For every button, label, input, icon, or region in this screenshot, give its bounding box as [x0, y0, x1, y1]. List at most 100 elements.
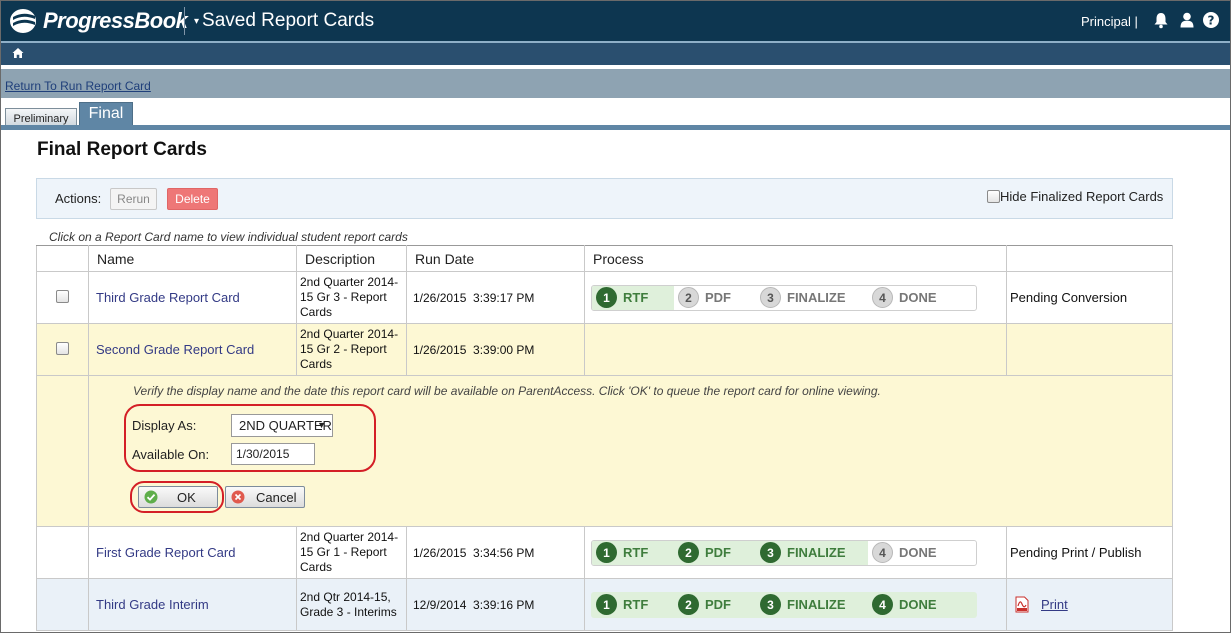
row-checkbox[interactable]: [56, 289, 69, 303]
available-on-input[interactable]: 1/30/2015: [231, 443, 315, 465]
sub-toolbar: [1, 69, 1230, 98]
report-card-description: 2nd Quarter 2014-15 Gr 3 - Report Cards: [296, 271, 407, 324]
user-role-link[interactable]: Principal |: [1081, 14, 1138, 29]
table-header-row: Name Description Run Date Process: [36, 245, 1173, 272]
status-text: [1006, 323, 1173, 376]
delete-button[interactable]: Delete: [167, 188, 218, 210]
report-card-name-link[interactable]: Second Grade Report Card: [88, 323, 297, 376]
tab-final[interactable]: Final: [79, 102, 133, 126]
user-icon[interactable]: [1178, 11, 1196, 29]
actions-label: Actions:: [55, 191, 102, 206]
status-text: Pending Conversion: [1006, 271, 1173, 324]
report-card-description: 2nd Quarter 2014-15 Gr 2 - Report Cards: [296, 323, 407, 376]
table-row: Third Grade Interim 2nd Qtr 2014-15, Gra…: [36, 578, 1173, 631]
hide-finalized-label: Hide Finalized Report Cards: [1000, 189, 1164, 204]
report-card-run-date: 1/26/2015 3:39:00 PM: [406, 323, 585, 376]
display-as-select[interactable]: 2ND QUARTER ▼: [231, 414, 333, 437]
process-cell: 1 RTF 2 PDF 3 FINALIZE 4 DONE: [584, 526, 1007, 579]
row-select-cell: [36, 271, 89, 324]
verify-instructions: Verify the display name and the date thi…: [133, 384, 881, 398]
process-steps: 1 RTF 2 PDF 3 FINALIZE 4 DONE: [591, 539, 977, 566]
report-card-description: 2nd Quarter 2014-15 Gr 1 - Report Cards: [296, 526, 407, 579]
report-card-run-date: 12/9/2014 3:39:16 PM: [406, 578, 585, 631]
column-header-status: [1006, 245, 1173, 272]
column-header-process: Process: [584, 245, 1007, 272]
report-cards-table: Name Description Run Date Process Third …: [36, 245, 1173, 631]
process-cell: 1 RTF 2 PDF 3 FINALIZE 4 DONE: [584, 271, 1007, 324]
row-checkbox[interactable]: [56, 341, 69, 355]
process-cell: [584, 323, 1007, 376]
print-link[interactable]: Print: [1041, 597, 1068, 612]
report-card-run-date: 1/26/2015 3:34:56 PM: [406, 526, 585, 579]
table-row: Third Grade Report Card 2nd Quarter 2014…: [36, 271, 1173, 324]
column-header-name[interactable]: Name: [88, 245, 297, 272]
app-title-text: Saved Report Cards: [202, 10, 375, 31]
cancel-icon: [231, 490, 245, 504]
logo-icon: [10, 9, 36, 33]
process-steps: 1 RTF 2 PDF 3 FINALIZE 4 DONE: [591, 591, 977, 618]
step-rtf[interactable]: 1 RTF: [592, 592, 674, 617]
step-rtf[interactable]: 1 RTF: [592, 285, 674, 310]
logo-text: ProgressBook: [43, 8, 188, 33]
ok-button[interactable]: OK: [138, 486, 218, 508]
step-pdf: 2 PDF: [674, 286, 756, 310]
ok-button-label: OK: [177, 490, 196, 505]
step-finalize[interactable]: 3 FINALIZE: [756, 540, 868, 565]
report-card-description: 2nd Qtr 2014-15, Grade 3 - Interims: [296, 578, 407, 631]
verify-spacer-cell: [36, 375, 89, 527]
table-row: First Grade Report Card 2nd Quarter 2014…: [36, 526, 1173, 579]
report-card-name-link[interactable]: Third Grade Interim: [88, 578, 297, 631]
column-header-run-date[interactable]: Run Date: [406, 245, 585, 272]
step-done[interactable]: 4 DONE: [868, 592, 950, 617]
hide-finalized-toggle[interactable]: Hide Finalized Report Cards: [987, 189, 1163, 204]
rerun-button[interactable]: Rerun: [110, 188, 157, 210]
svg-text:?: ?: [1208, 14, 1215, 28]
pdf-icon[interactable]: [1015, 596, 1029, 613]
row-select-cell: [36, 323, 89, 376]
step-finalize: 3 FINALIZE: [756, 286, 868, 310]
verify-panel: Verify the display name and the date thi…: [88, 375, 1173, 527]
app-title[interactable]: ▾ Saved Report Cards: [194, 10, 374, 32]
step-pdf[interactable]: 2 PDF: [674, 592, 756, 617]
step-pdf[interactable]: 2 PDF: [674, 540, 756, 565]
table-hint: Click on a Report Card name to view indi…: [49, 230, 408, 244]
step-rtf[interactable]: 1 RTF: [592, 540, 674, 565]
cancel-button-label: Cancel: [256, 490, 297, 505]
process-cell: 1 RTF 2 PDF 3 FINALIZE 4 DONE: [584, 578, 1007, 631]
step-done: 4 DONE: [868, 541, 950, 565]
tab-underline: [1, 125, 1230, 130]
chevron-down-icon: ▾: [194, 15, 200, 27]
table-row: Second Grade Report Card 2nd Quarter 201…: [36, 323, 1173, 376]
check-icon: [144, 490, 158, 504]
main-navbar: [1, 41, 1230, 65]
tab-preliminary[interactable]: Preliminary: [5, 108, 77, 126]
step-done: 4 DONE: [868, 286, 950, 310]
available-on-label: Available On:: [132, 447, 210, 462]
print-action[interactable]: Print: [1007, 596, 1172, 613]
column-header-description[interactable]: Description: [296, 245, 407, 272]
report-card-name-link[interactable]: First Grade Report Card: [88, 526, 297, 579]
header-divider: [184, 7, 185, 35]
bell-icon[interactable]: [1152, 11, 1170, 29]
process-steps: 1 RTF 2 PDF 3 FINALIZE 4 DONE: [591, 284, 977, 311]
status-text: Pending Print / Publish: [1006, 526, 1173, 579]
display-as-label: Display As:: [132, 418, 197, 433]
app-header: ProgressBook ▾ Saved Report Cards Princi…: [1, 1, 1230, 41]
progressbook-logo[interactable]: ProgressBook: [9, 6, 188, 36]
verify-panel-row: Verify the display name and the date thi…: [36, 375, 1173, 527]
home-icon[interactable]: [12, 47, 24, 59]
row-select-cell: [36, 578, 89, 631]
hide-finalized-checkbox[interactable]: [987, 190, 1000, 203]
step-finalize[interactable]: 3 FINALIZE: [756, 592, 868, 617]
row-select-cell: [36, 526, 89, 579]
actions-bar: Actions: Rerun Delete Hide Finalized Rep…: [36, 178, 1173, 219]
report-card-name-link[interactable]: Third Grade Report Card: [88, 271, 297, 324]
report-card-run-date: 1/26/2015 3:39:17 PM: [406, 271, 585, 324]
chevron-down-icon: ▼: [317, 420, 326, 430]
column-header-select: [36, 245, 89, 272]
return-to-run-report-card-link[interactable]: Return To Run Report Card: [5, 79, 151, 93]
help-icon[interactable]: ?: [1202, 11, 1220, 29]
status-cell: Print: [1006, 578, 1173, 631]
cancel-button[interactable]: Cancel: [225, 486, 305, 508]
page-title: Final Report Cards: [37, 139, 207, 160]
